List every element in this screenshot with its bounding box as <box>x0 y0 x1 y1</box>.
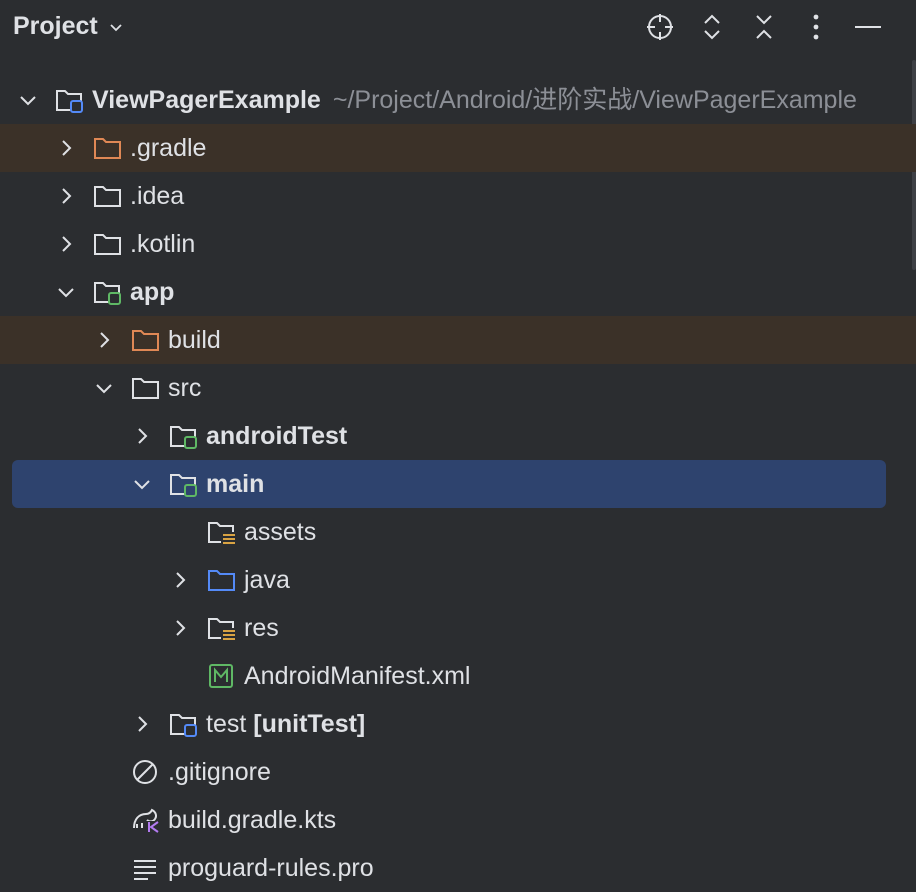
tree-node-gradle[interactable]: .gradle <box>0 124 916 172</box>
tree-label: .gradle <box>130 134 207 162</box>
tree-label: main <box>206 470 265 498</box>
text-file-icon <box>134 860 156 880</box>
tree-label: build <box>168 326 221 354</box>
tree-label: src <box>168 374 202 402</box>
chevron-right-icon[interactable] <box>56 234 76 254</box>
ignore-file-icon <box>133 760 157 784</box>
tree-node-test[interactable]: test [unitTest] <box>0 700 916 748</box>
root-label: ViewPagerExample ~/Project/Android/进阶实战/V… <box>92 86 857 114</box>
resource-folder-icon <box>208 522 236 545</box>
chevron-right-icon[interactable] <box>56 186 76 206</box>
chevron-down-icon <box>110 23 122 31</box>
excluded-folder-icon <box>132 330 159 351</box>
tree-label: .kotlin <box>130 230 196 258</box>
tree-node-gitignore[interactable]: .gitignore <box>0 748 916 796</box>
chevron-down-icon[interactable] <box>18 90 38 110</box>
chevron-right-icon[interactable] <box>94 330 114 350</box>
tree-node-java[interactable]: java <box>0 556 916 604</box>
tree-node-manifest[interactable]: AndroidManifest.xml <box>0 652 916 700</box>
folder-icon <box>132 378 159 399</box>
tree-node-idea[interactable]: .idea <box>0 172 916 220</box>
collapse-all-icon[interactable] <box>747 10 781 44</box>
folder-icon <box>94 234 121 255</box>
module-folder-icon <box>170 714 197 737</box>
more-icon[interactable] <box>799 10 833 44</box>
tree-label: test [unitTest] <box>206 710 366 738</box>
source-folder-icon <box>208 570 235 591</box>
tree-node-src[interactable]: src <box>0 364 916 412</box>
tree-label: .idea <box>130 182 185 210</box>
module-folder-icon <box>170 474 197 497</box>
chevron-down-icon[interactable] <box>132 474 152 494</box>
view-selector[interactable]: Project <box>13 12 124 41</box>
excluded-folder-icon <box>94 138 121 159</box>
chevron-down-icon[interactable] <box>56 282 76 302</box>
chevron-right-icon[interactable] <box>132 714 152 734</box>
chevron-right-icon[interactable] <box>56 138 76 158</box>
tree-node-build-gradle[interactable]: build.gradle.kts <box>0 796 916 844</box>
tree-label: proguard-rules.pro <box>168 854 374 882</box>
tree-node-proguard[interactable]: proguard-rules.pro <box>0 844 916 892</box>
chevron-down-icon[interactable] <box>94 378 114 398</box>
manifest-file-icon <box>209 664 233 688</box>
tree-node-root[interactable]: ViewPagerExample ~/Project/Android/进阶实战/V… <box>0 76 916 124</box>
tree-label: res <box>244 614 279 642</box>
chevron-right-icon[interactable] <box>132 426 152 446</box>
tree-label: app <box>130 278 175 306</box>
tree-label: java <box>244 566 290 594</box>
root-path: ~/Project/Android/进阶实战/ViewPagerExample <box>332 86 857 114</box>
locate-icon[interactable] <box>643 10 677 44</box>
expand-all-icon[interactable] <box>695 10 729 44</box>
module-folder-icon <box>56 90 83 113</box>
folder-icon <box>94 186 121 207</box>
tree-node-res[interactable]: res <box>0 604 916 652</box>
project-toolwindow-header: Project <box>0 0 916 54</box>
toolwindow-title: Project <box>13 12 98 40</box>
tree-node-main[interactable]: main <box>0 460 916 508</box>
tree-node-build[interactable]: build <box>0 316 916 364</box>
tree-label: androidTest <box>206 422 348 450</box>
module-folder-icon <box>94 282 121 305</box>
tree-label: build.gradle.kts <box>168 806 337 834</box>
chevron-right-icon[interactable] <box>170 570 190 590</box>
chevron-right-icon[interactable] <box>170 618 190 638</box>
tree-node-app[interactable]: app <box>0 268 916 316</box>
tree-node-assets[interactable]: assets <box>0 508 916 556</box>
tree-label: .gitignore <box>168 758 271 786</box>
minimize-icon[interactable] <box>851 10 885 44</box>
tree-node-kotlin[interactable]: .kotlin <box>0 220 916 268</box>
tree-label: AndroidManifest.xml <box>244 662 471 690</box>
tree-node-androidtest[interactable]: androidTest <box>0 412 916 460</box>
gradle-kotlin-icon <box>133 808 159 833</box>
source-set-suffix: [unitTest] <box>253 710 366 738</box>
module-folder-icon <box>170 426 197 449</box>
tree-label: assets <box>244 518 317 546</box>
resource-folder-icon <box>208 618 236 641</box>
